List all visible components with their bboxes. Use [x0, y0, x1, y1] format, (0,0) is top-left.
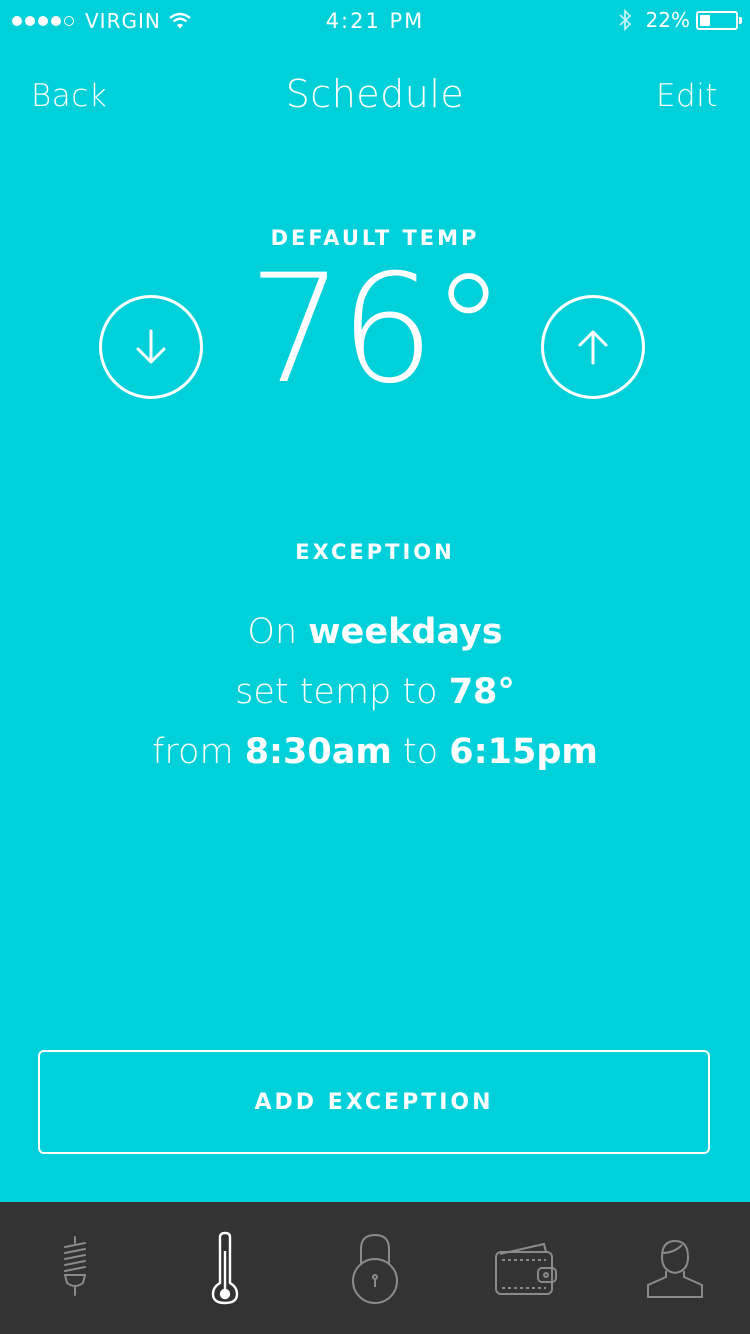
increase-temp-button[interactable]	[541, 295, 645, 399]
status-right: 22%	[618, 8, 742, 32]
exception-end-time: 6:15pm	[449, 732, 598, 772]
exception-time-prefix: from	[152, 732, 234, 772]
exception-temp-prefix: set temp to	[235, 672, 438, 712]
tab-profile[interactable]	[600, 1202, 750, 1334]
lock-icon	[352, 1233, 398, 1304]
tab-thermostat[interactable]	[150, 1202, 300, 1334]
exception-days-line[interactable]: On weekdays	[0, 612, 750, 652]
exception-days-value: weekdays	[308, 612, 503, 652]
exception-time-line[interactable]: from 8:30am to 6:15pm	[0, 732, 750, 772]
exception-label: EXCEPTION	[295, 540, 455, 564]
tab-lock[interactable]	[300, 1202, 450, 1334]
nav-bar: Back Schedule Edit	[0, 68, 750, 128]
exception-time-mid: to	[403, 732, 439, 772]
tab-lights[interactable]	[0, 1202, 150, 1334]
exception-temp-value: 78°	[448, 672, 515, 712]
add-exception-button[interactable]: ADD EXCEPTION	[38, 1050, 710, 1154]
tab-bar	[0, 1202, 750, 1334]
page-title: Schedule	[285, 72, 465, 116]
battery-percent: 22%	[645, 8, 690, 32]
bulb-icon	[63, 1236, 87, 1296]
exception-start-time: 8:30am	[244, 732, 392, 772]
edit-button[interactable]: Edit	[656, 78, 718, 114]
status-bar: VIRGIN 4:21 PM 22%	[0, 0, 750, 44]
wallet-icon	[495, 1242, 557, 1295]
arrow-up-icon	[578, 330, 608, 365]
battery-icon	[696, 10, 742, 30]
bluetooth-icon	[618, 8, 631, 32]
exception-days-prefix: On	[247, 612, 298, 652]
thermometer-icon	[211, 1231, 239, 1305]
exception-temp-line[interactable]: set temp to 78°	[0, 672, 750, 712]
tab-wallet[interactable]	[450, 1202, 600, 1334]
user-icon	[647, 1239, 703, 1298]
